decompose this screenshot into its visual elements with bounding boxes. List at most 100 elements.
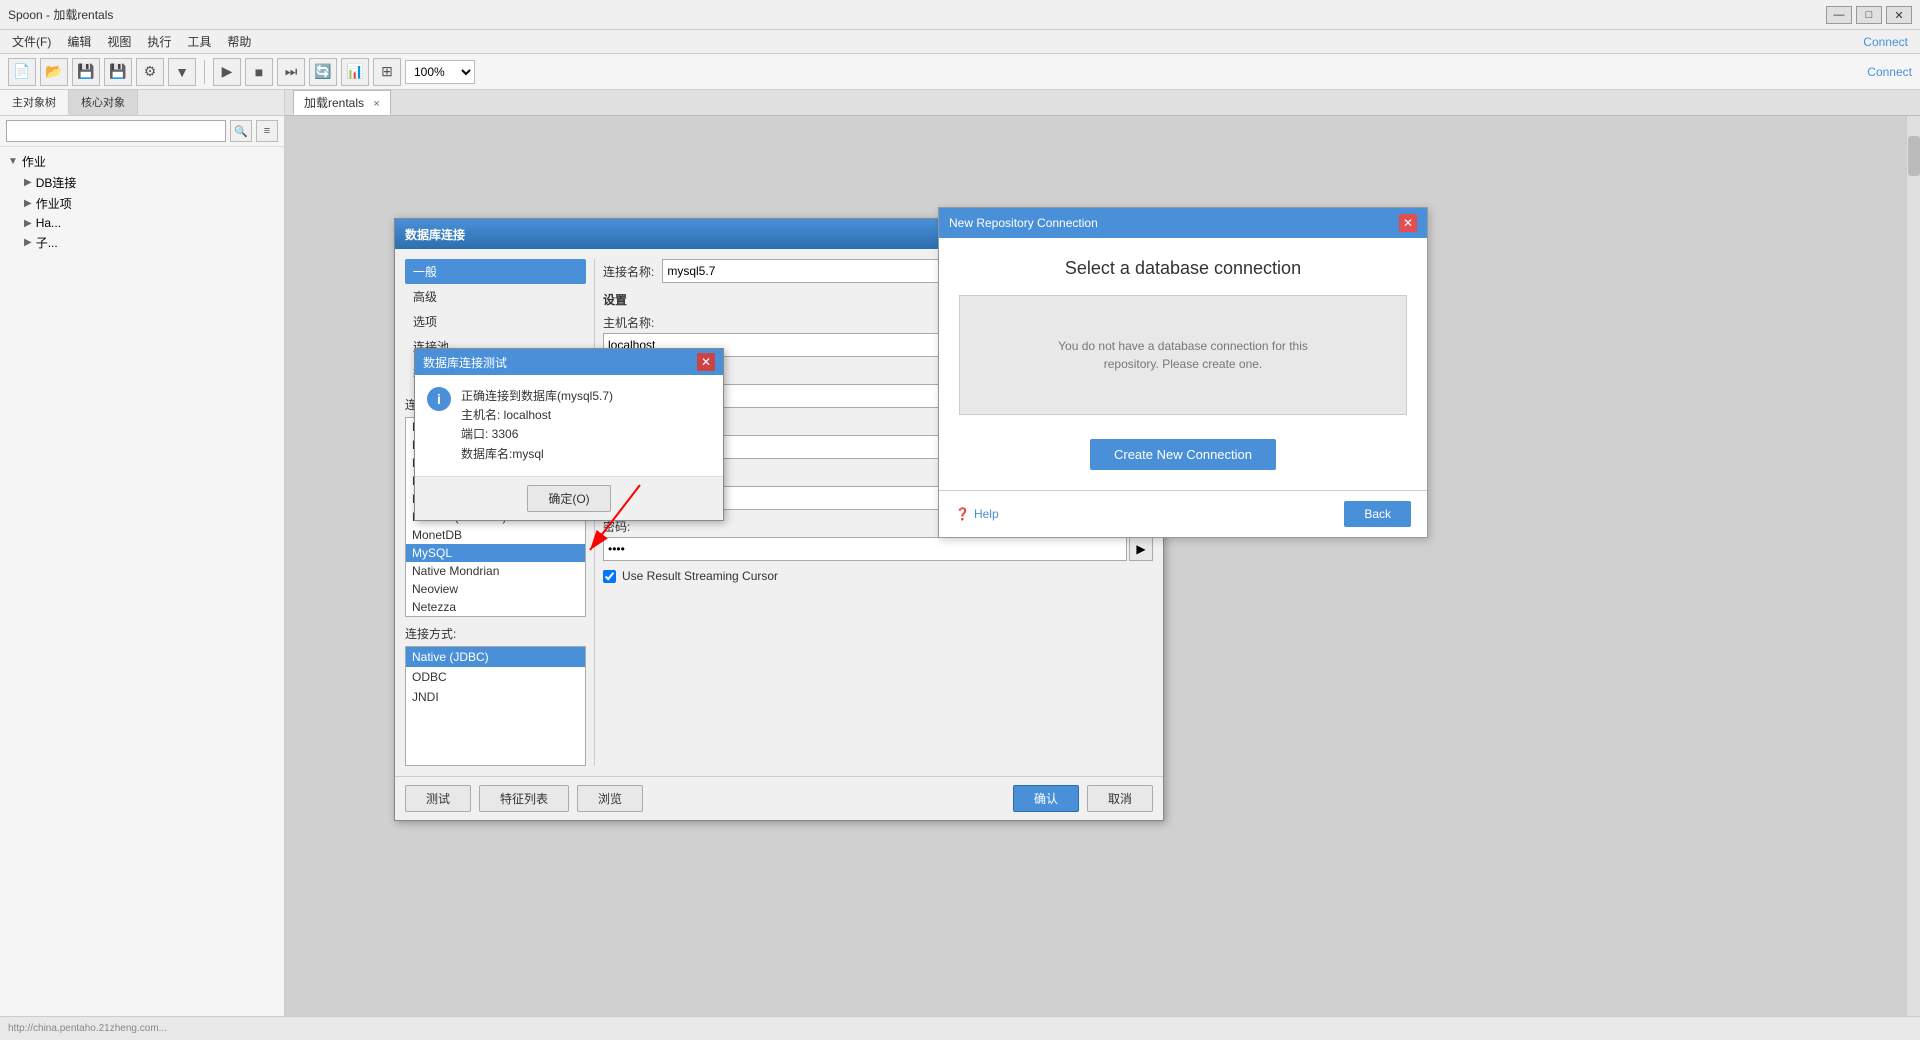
tree-label-job2: 作业项 — [36, 195, 72, 212]
scrollbar-right[interactable] — [1906, 116, 1920, 1040]
toolbar-btn10[interactable]: 📊 — [341, 58, 369, 86]
repo-connection-panel: New Repository Connection ✕ Select a dat… — [938, 207, 1428, 538]
tree-item-sub[interactable]: ▶ 子... — [20, 232, 280, 253]
toolbar-btn11[interactable]: ⊞ — [373, 58, 401, 86]
tree-item-db[interactable]: ▶ DB连接 — [20, 172, 280, 193]
pass-input[interactable] — [603, 537, 1127, 561]
tree-label-sub: 子... — [36, 234, 58, 251]
status-bar: http://china.pentaho.21zheng.com... — [0, 1016, 1920, 1040]
step-button[interactable]: ⏭ — [277, 58, 305, 86]
info-icon: i — [427, 387, 451, 411]
port-label-detail: 端口 — [461, 427, 485, 441]
menu-edit[interactable]: 编辑 — [59, 31, 99, 52]
test-button[interactable]: 测试 — [405, 785, 471, 812]
expand-icon-ha: ▶ — [24, 218, 32, 229]
minimize-button[interactable]: — — [1826, 6, 1852, 24]
tree-label-ha: Ha... — [36, 216, 61, 230]
back-button[interactable]: Back — [1344, 501, 1411, 527]
editor-tab-rentals[interactable]: 加载rentals × — [293, 90, 391, 115]
db-item-netezza[interactable]: Netezza — [406, 598, 585, 616]
conn-method-section: 连接方式: Native (JDBC) ODBC JNDI — [405, 625, 586, 766]
menu-run[interactable]: 执行 — [139, 31, 179, 52]
zoom-select[interactable]: 100% 75% 150% — [405, 60, 475, 84]
feature-list-button[interactable]: 特征列表 — [479, 785, 569, 812]
streaming-cursor-row: Use Result Streaming Cursor — [603, 569, 1153, 583]
repo-placeholder-box: You do not have a database connection fo… — [959, 295, 1407, 415]
host-value-detail: : localhost — [497, 408, 551, 422]
menu-tools[interactable]: 工具 — [179, 31, 219, 52]
help-label-text: Help — [974, 507, 999, 521]
left-panel-tabs: 主对象树 核心对象 — [0, 90, 284, 116]
tab-core-objects[interactable]: 核心对象 — [69, 90, 138, 115]
method-odbc[interactable]: ODBC — [406, 667, 585, 687]
footer-spacer — [651, 785, 1005, 812]
tree-area: ▼ 作业 ▶ DB连接 ▶ 作业项 ▶ Ha... ▶ 子... — [0, 147, 284, 1040]
search-button[interactable]: 🔍 — [230, 120, 252, 142]
scrollbar-thumb — [1908, 136, 1920, 176]
conn-method-list[interactable]: Native (JDBC) ODBC JNDI — [405, 646, 586, 766]
connect-button[interactable]: Connect — [1863, 35, 1908, 49]
save-button[interactable]: 💾 — [72, 58, 100, 86]
ok-button[interactable]: 确认 — [1013, 785, 1079, 812]
conn-name-label: 连接名称: — [603, 263, 654, 280]
status-url: http://china.pentaho.21zheng.com... — [8, 1023, 167, 1034]
toolbar-btn5[interactable]: ⚙ — [136, 58, 164, 86]
editor-tab-close[interactable]: × — [373, 98, 379, 110]
streaming-cursor-label: Use Result Streaming Cursor — [622, 569, 778, 583]
menu-file[interactable]: 文件(F) — [4, 31, 59, 52]
connect-text[interactable]: Connect — [1867, 65, 1912, 79]
run-button[interactable]: ▶ — [213, 58, 241, 86]
maximize-button[interactable]: □ — [1856, 6, 1882, 24]
repo-panel-close-button[interactable]: ✕ — [1399, 214, 1417, 232]
explore-button[interactable]: 浏览 — [577, 785, 643, 812]
stop-button[interactable]: ■ — [245, 58, 273, 86]
db-item-openerp[interactable]: OpenERP Server — [406, 616, 585, 617]
tree-item-job[interactable]: ▶ 作业项 — [20, 193, 280, 214]
db-item-mysql[interactable]: MySQL — [406, 544, 585, 562]
port-value-detail: : 3306 — [485, 427, 518, 441]
connect-area: Connect — [1867, 65, 1912, 79]
repo-panel-footer: ❓ Help Back — [939, 490, 1427, 537]
create-connection-button[interactable]: Create New Connection — [1090, 439, 1276, 470]
tree-item-ha[interactable]: ▶ Ha... — [20, 214, 280, 232]
test-dialog-title: 数据库连接测试 ✕ — [415, 349, 723, 375]
expand-icon-db: ▶ — [24, 177, 32, 188]
sidebar-general[interactable]: 一般 — [405, 259, 586, 284]
method-jndi[interactable]: JNDI — [406, 687, 585, 707]
main-area: 主对象树 核心对象 🔍 ≡ ▼ 作业 ▶ DB连接 ▶ 作业项 — [0, 90, 1920, 1040]
menu-view[interactable]: 视图 — [99, 31, 139, 52]
test-title-text: 数据库连接测试 — [423, 354, 507, 371]
host-label-detail: 主机名 — [461, 408, 497, 422]
method-jdbc[interactable]: Native (JDBC) — [406, 647, 585, 667]
db-item-monetdb[interactable]: MonetDB — [406, 526, 585, 544]
left-panel: 主对象树 核心对象 🔍 ≡ ▼ 作业 ▶ DB连接 ▶ 作业项 — [0, 90, 285, 1040]
menu-help[interactable]: 帮助 — [219, 31, 259, 52]
test-dbname-detail: 数据库名:mysql — [461, 445, 613, 464]
cancel-button[interactable]: 取消 — [1087, 785, 1153, 812]
search-input[interactable] — [6, 120, 226, 142]
toolbar-dropdown[interactable]: ▼ — [168, 58, 196, 86]
sidebar-advanced[interactable]: 高级 — [405, 284, 586, 309]
new-button[interactable]: 📄 — [8, 58, 36, 86]
title-bar: Spoon - 加载rentals — □ ✕ — [0, 0, 1920, 30]
editor-tab-label: 加载rentals — [304, 96, 364, 110]
tree-root-job[interactable]: ▼ 作业 — [4, 151, 280, 172]
conn-method-label: 连接方式: — [405, 625, 586, 642]
test-dialog-close[interactable]: ✕ — [697, 353, 715, 371]
expand-icon-sub: ▶ — [24, 237, 32, 248]
save-all-button[interactable]: 💾 — [104, 58, 132, 86]
layout-button[interactable]: ≡ — [256, 120, 278, 142]
pass-input-group: ▶ — [603, 537, 1153, 561]
close-button[interactable]: ✕ — [1886, 6, 1912, 24]
right-content: 加载rentals × ✕ m_actor 数据库连接 ✕ — [285, 90, 1920, 1040]
pass-browse-button[interactable]: ▶ — [1129, 537, 1153, 561]
db-item-native[interactable]: Native Mondrian — [406, 562, 585, 580]
tab-main-objects[interactable]: 主对象树 — [0, 90, 69, 115]
help-link[interactable]: ❓ Help — [955, 507, 999, 521]
streaming-cursor-checkbox[interactable] — [603, 570, 616, 583]
toolbar-btn9[interactable]: 🔄 — [309, 58, 337, 86]
open-button[interactable]: 📂 — [40, 58, 68, 86]
sidebar-options[interactable]: 选项 — [405, 309, 586, 334]
db-item-neoview[interactable]: Neoview — [406, 580, 585, 598]
test-ok-button[interactable]: 确定(O) — [527, 485, 610, 512]
